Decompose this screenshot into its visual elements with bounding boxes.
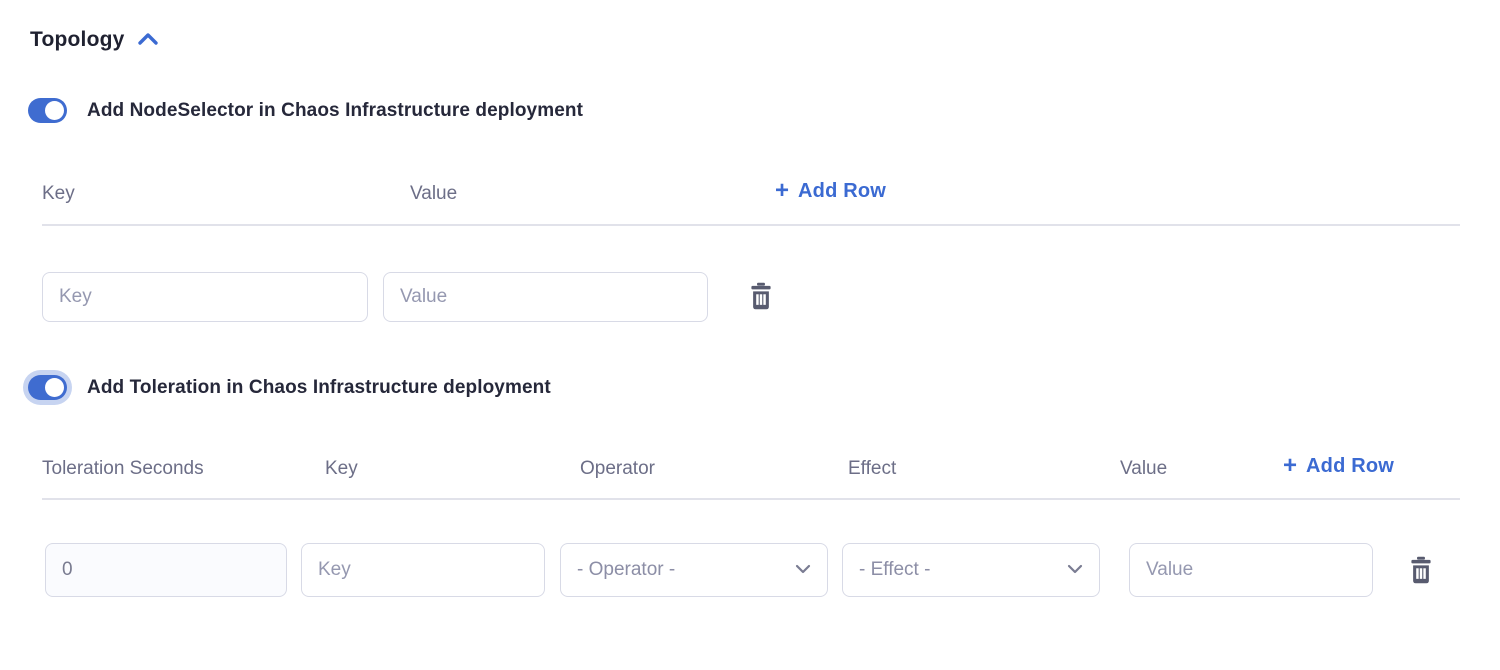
- nodeselector-table-header: Key Value + Add Row: [0, 183, 1500, 211]
- trash-icon: [746, 280, 776, 315]
- trash-icon: [1406, 554, 1436, 589]
- toleration-toggle-label: Add Toleration in Chaos Infrastructure d…: [87, 377, 551, 399]
- add-row-label: Add Row: [1306, 455, 1394, 478]
- toggle-knob: [45, 101, 64, 120]
- column-header-key: Key: [42, 183, 75, 205]
- effect-selected-value: - Effect -: [859, 559, 930, 581]
- chevron-down-icon: [1067, 561, 1083, 579]
- plus-icon: +: [1283, 454, 1297, 478]
- column-header-value: Value: [1120, 458, 1167, 480]
- nodeselector-delete-row-button[interactable]: [743, 279, 779, 315]
- chevron-up-icon[interactable]: [137, 32, 159, 51]
- effect-select[interactable]: - Effect -: [842, 543, 1100, 597]
- nodeselector-toggle-label: Add NodeSelector in Chaos Infrastructure…: [87, 100, 583, 122]
- toleration-add-row-button[interactable]: + Add Row: [1283, 454, 1394, 478]
- divider: [42, 224, 1460, 226]
- topology-section-header: Topology: [30, 28, 159, 52]
- nodeselector-add-row-button[interactable]: + Add Row: [775, 179, 886, 203]
- nodeselector-toggle-row: Add NodeSelector in Chaos Infrastructure…: [28, 98, 583, 123]
- column-header-operator: Operator: [580, 458, 655, 480]
- section-title: Topology: [30, 28, 125, 52]
- column-header-toleration-seconds: Toleration Seconds: [42, 458, 204, 480]
- toleration-delete-row-button[interactable]: [1403, 553, 1439, 589]
- plus-icon: +: [775, 179, 789, 203]
- divider: [42, 498, 1460, 500]
- operator-select[interactable]: - Operator -: [560, 543, 828, 597]
- toleration-toggle-row: Add Toleration in Chaos Infrastructure d…: [28, 375, 551, 400]
- toleration-value-input[interactable]: [1129, 543, 1373, 597]
- nodeselector-value-input[interactable]: [383, 272, 708, 322]
- column-header-key: Key: [325, 458, 358, 480]
- toleration-seconds-input[interactable]: [45, 543, 287, 597]
- operator-selected-value: - Operator -: [577, 559, 675, 581]
- toleration-table-header: Toleration Seconds Key Operator Effect V…: [0, 458, 1500, 486]
- toggle-knob: [45, 378, 64, 397]
- column-header-effect: Effect: [848, 458, 896, 480]
- nodeselector-key-input[interactable]: [42, 272, 368, 322]
- add-row-label: Add Row: [798, 180, 886, 203]
- toleration-toggle[interactable]: [28, 375, 67, 400]
- column-header-value: Value: [410, 183, 457, 205]
- nodeselector-toggle[interactable]: [28, 98, 67, 123]
- toleration-key-input[interactable]: [301, 543, 545, 597]
- chevron-down-icon: [795, 561, 811, 579]
